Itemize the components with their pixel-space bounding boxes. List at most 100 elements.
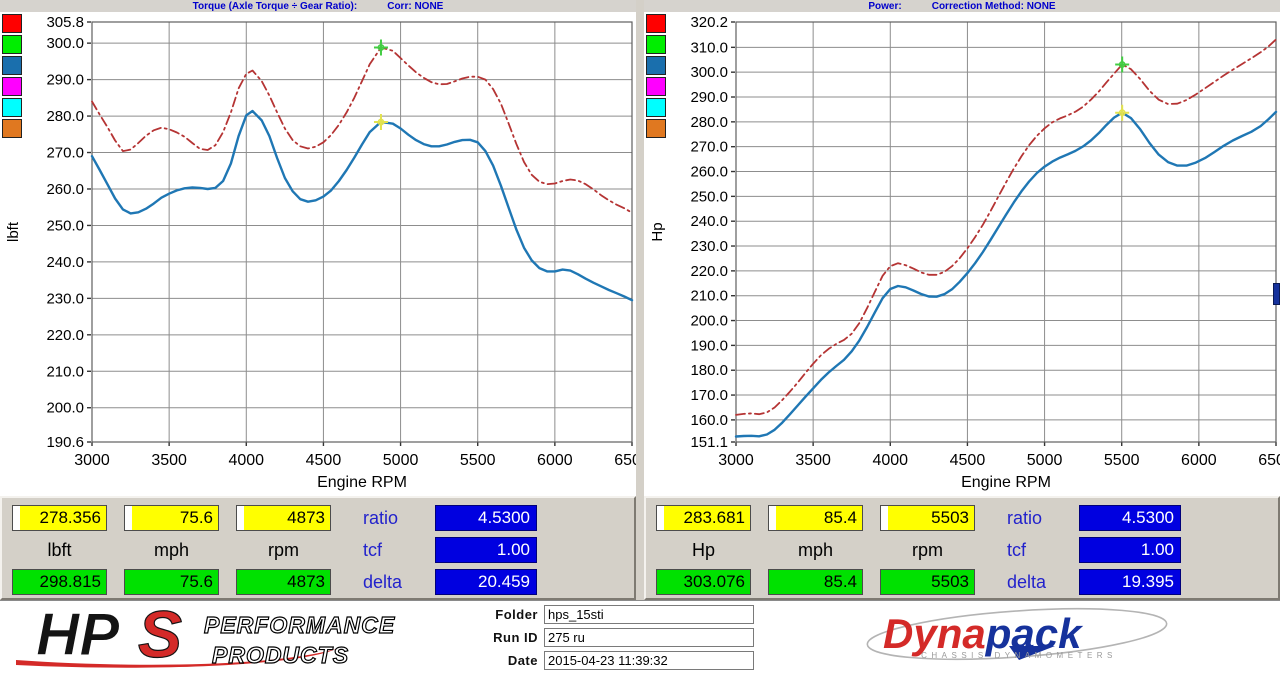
y-tick-label: 240.0 <box>46 254 84 271</box>
x-tick-label: 5000 <box>1027 452 1063 469</box>
power-chart: 320.2310.0300.0290.0280.0270.0260.0250.0… <box>644 12 1280 496</box>
power-stats: ratio 4.5300 tcf 1.00 delta 19.395 <box>975 498 1181 598</box>
ratio-label: ratio <box>1007 505 1069 531</box>
hps-logo-s: S <box>138 603 182 671</box>
gridlines <box>87 22 632 446</box>
power-peak-current-marker <box>1115 105 1129 121</box>
power-peak-value: 303.076 <box>656 569 751 595</box>
window-edge-artifact <box>1273 283 1280 305</box>
torque-chart-correction: Corr: NONE <box>387 1 443 12</box>
torque-readout-grid: 278.356 75.6 4873 lbft mph rpm 298.815 7… <box>2 498 331 598</box>
mph-unit-label: mph <box>768 537 863 563</box>
y-axis-label: lbft <box>5 221 22 242</box>
folder-input[interactable] <box>544 605 754 624</box>
legend-swatch-1 <box>646 35 666 54</box>
hps-logo-products: PRODUCTS <box>212 642 349 668</box>
gridlines <box>731 22 1276 446</box>
tcf-value: 1.00 <box>1079 537 1181 563</box>
torque-current-run-curve <box>92 111 632 300</box>
legend-swatch-3 <box>646 77 666 96</box>
ratio-value: 4.5300 <box>1079 505 1181 531</box>
readout-panel-divider <box>636 496 644 600</box>
run-id-input[interactable] <box>544 628 754 647</box>
torque-cursor-rpm: 4873 <box>236 505 331 531</box>
readout-row: 278.356 75.6 4873 lbft mph rpm 298.815 7… <box>0 496 1280 600</box>
x-tick-label: 5500 <box>460 452 496 469</box>
torque-peak-reference-marker <box>374 39 388 55</box>
dyno-software-screen: Torque (Axle Torque ÷ Gear Ratio): Corr:… <box>0 0 1280 674</box>
power-unit-label: Hp <box>656 537 751 563</box>
y-tick-label: 210.0 <box>690 288 728 305</box>
x-tick-label: 6500 <box>614 452 636 469</box>
torque-cursor-value: 278.356 <box>12 505 107 531</box>
dynapack-logo: Dynapack CHASSIS DYNAMOMETERS <box>859 606 1179 670</box>
x-tick-label: 3000 <box>718 452 754 469</box>
torque-chart-body: 305.8300.0290.0280.0270.0260.0250.0240.0… <box>0 12 636 496</box>
y-tick-label: 240.0 <box>690 213 728 230</box>
torque-unit-label: lbft <box>12 537 107 563</box>
x-axis-label: Engine RPM <box>317 474 407 491</box>
torque-chart-panel: Torque (Axle Torque ÷ Gear Ratio): Corr:… <box>0 0 636 496</box>
power-cursor-rpm: 5503 <box>880 505 975 531</box>
legend-swatch-4 <box>2 98 22 117</box>
power-run-legend <box>646 14 666 138</box>
y-tick-label: 305.8 <box>46 14 84 31</box>
x-tick-label: 6000 <box>537 452 573 469</box>
run-info-fields: Folder Run ID Date <box>480 605 754 670</box>
legend-swatch-0 <box>646 14 666 33</box>
folder-label: Folder <box>480 607 538 622</box>
y-tick-label: 160.0 <box>690 412 728 429</box>
legend-swatch-4 <box>646 98 666 117</box>
torque-readout-panel: 278.356 75.6 4873 lbft mph rpm 298.815 7… <box>0 496 636 600</box>
charts-row: Torque (Axle Torque ÷ Gear Ratio): Corr:… <box>0 0 1280 496</box>
tcf-value: 1.00 <box>435 537 537 563</box>
x-tick-label: 4000 <box>872 452 908 469</box>
delta-label: delta <box>1007 569 1069 595</box>
hps-logo-hp: HP <box>36 603 120 668</box>
y-tick-label: 300.0 <box>46 35 84 52</box>
torque-peak-mph: 75.6 <box>124 569 219 595</box>
delta-value: 20.459 <box>435 569 537 595</box>
y-tick-label: 190.0 <box>690 337 728 354</box>
power-readout-grid: 283.681 85.4 5503 Hp mph rpm 303.076 85.… <box>646 498 975 598</box>
tcf-label: tcf <box>1007 537 1069 563</box>
y-tick-label: 200.0 <box>46 400 84 417</box>
y-tick-label: 310.0 <box>690 39 728 56</box>
x-tick-label: 5500 <box>1104 452 1140 469</box>
x-tick-label: 6000 <box>1181 452 1217 469</box>
plot-border <box>92 22 632 442</box>
y-axis-label: Hp <box>649 222 666 241</box>
y-tick-label: 280.0 <box>690 114 728 131</box>
x-tick-label: 4500 <box>950 452 986 469</box>
y-tick-label: 180.0 <box>690 362 728 379</box>
y-tick-label: 200.0 <box>690 313 728 330</box>
dynapack-pack: pack <box>985 610 1084 657</box>
date-input[interactable] <box>544 651 754 670</box>
power-peak-mph: 85.4 <box>768 569 863 595</box>
y-tick-label: 250.0 <box>690 188 728 205</box>
x-axis-label: Engine RPM <box>961 474 1051 491</box>
y-tick-label: 270.0 <box>46 145 84 162</box>
legend-swatch-5 <box>646 119 666 138</box>
legend-swatch-5 <box>2 119 22 138</box>
x-tick-label: 3000 <box>74 452 110 469</box>
power-current-run-curve <box>736 112 1276 437</box>
power-peak-rpm: 5503 <box>880 569 975 595</box>
x-tick-label: 4000 <box>228 452 264 469</box>
tcf-label: tcf <box>363 537 425 563</box>
power-cursor-mph: 85.4 <box>768 505 863 531</box>
power-chart-title: Power: <box>868 1 901 12</box>
legend-swatch-3 <box>2 77 22 96</box>
legend-swatch-2 <box>2 56 22 75</box>
y-tick-label: 230.0 <box>46 290 84 307</box>
rpm-unit-label: rpm <box>236 537 331 563</box>
torque-chart: 305.8300.0290.0280.0270.0260.0250.0240.0… <box>0 12 636 496</box>
power-chart-titlebar: Power: Correction Method: NONE <box>644 0 1280 12</box>
power-cursor-value: 283.681 <box>656 505 751 531</box>
y-tick-label: 210.0 <box>46 363 84 380</box>
power-chart-body: 320.2310.0300.0290.0280.0270.0260.0250.0… <box>644 12 1280 496</box>
x-tick-label: 4500 <box>306 452 342 469</box>
y-tick-label: 300.0 <box>690 64 728 81</box>
torque-chart-titlebar: Torque (Axle Torque ÷ Gear Ratio): Corr:… <box>0 0 636 12</box>
torque-cursor-mph: 75.6 <box>124 505 219 531</box>
